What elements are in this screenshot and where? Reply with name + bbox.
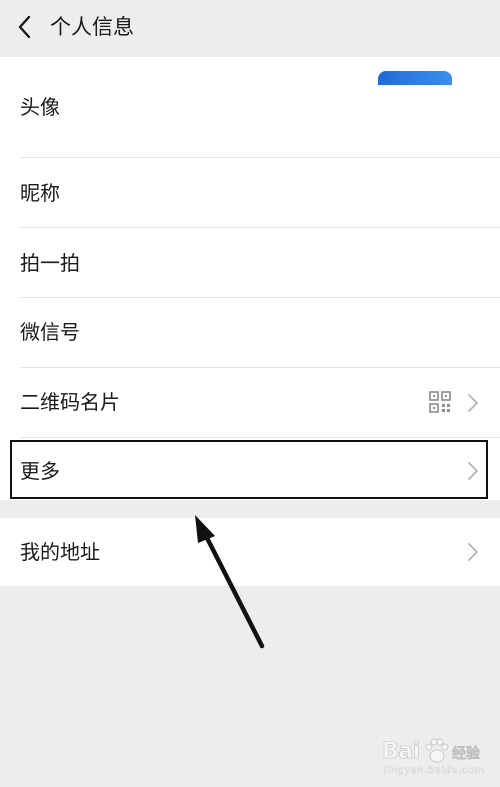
wechat-id-row-label: 微信号 [20, 320, 80, 344]
nickname-row[interactable]: 昵称 [0, 158, 500, 227]
my-address-row[interactable]: 我的地址 [0, 518, 500, 586]
nickname-row-label: 昵称 [20, 181, 60, 205]
my-address-row-label: 我的地址 [20, 540, 100, 564]
watermark-label: 经验 [452, 746, 481, 763]
qr-code-card-row[interactable]: 二维码名片 [0, 368, 500, 437]
qr-code-card-row-label: 二维码名片 [20, 390, 120, 414]
avatar [378, 71, 452, 85]
baidu-jingyan-watermark: Bai 经验 jingyan.baidu.com [382, 735, 494, 779]
chevron-right-icon [468, 543, 478, 561]
address-group: 我的地址 [0, 518, 500, 586]
more-row[interactable]: 更多 [0, 438, 500, 500]
wechat-id-row[interactable]: 微信号 [0, 298, 500, 367]
watermark-url: jingyan.baidu.com [384, 765, 485, 776]
chevron-left-icon [18, 15, 31, 39]
chevron-right-icon [468, 462, 478, 480]
profile-settings-group: 头像 昵称 拍一拍 微信号 二维码名片 更多 [0, 57, 500, 500]
chevron-right-icon [468, 394, 478, 412]
pat-row-label: 拍一拍 [20, 251, 80, 275]
qr-code-icon [429, 391, 451, 413]
paw-icon [425, 738, 449, 763]
avatar-row-label: 头像 [20, 95, 60, 119]
page-title: 个人信息 [50, 15, 134, 39]
avatar-row[interactable]: 头像 [0, 57, 500, 157]
pat-row[interactable]: 拍一拍 [0, 228, 500, 297]
more-row-label: 更多 [20, 459, 60, 483]
back-button[interactable] [12, 12, 40, 42]
watermark-logo: Bai [382, 739, 421, 765]
navigation-bar: 个人信息 [0, 0, 500, 56]
